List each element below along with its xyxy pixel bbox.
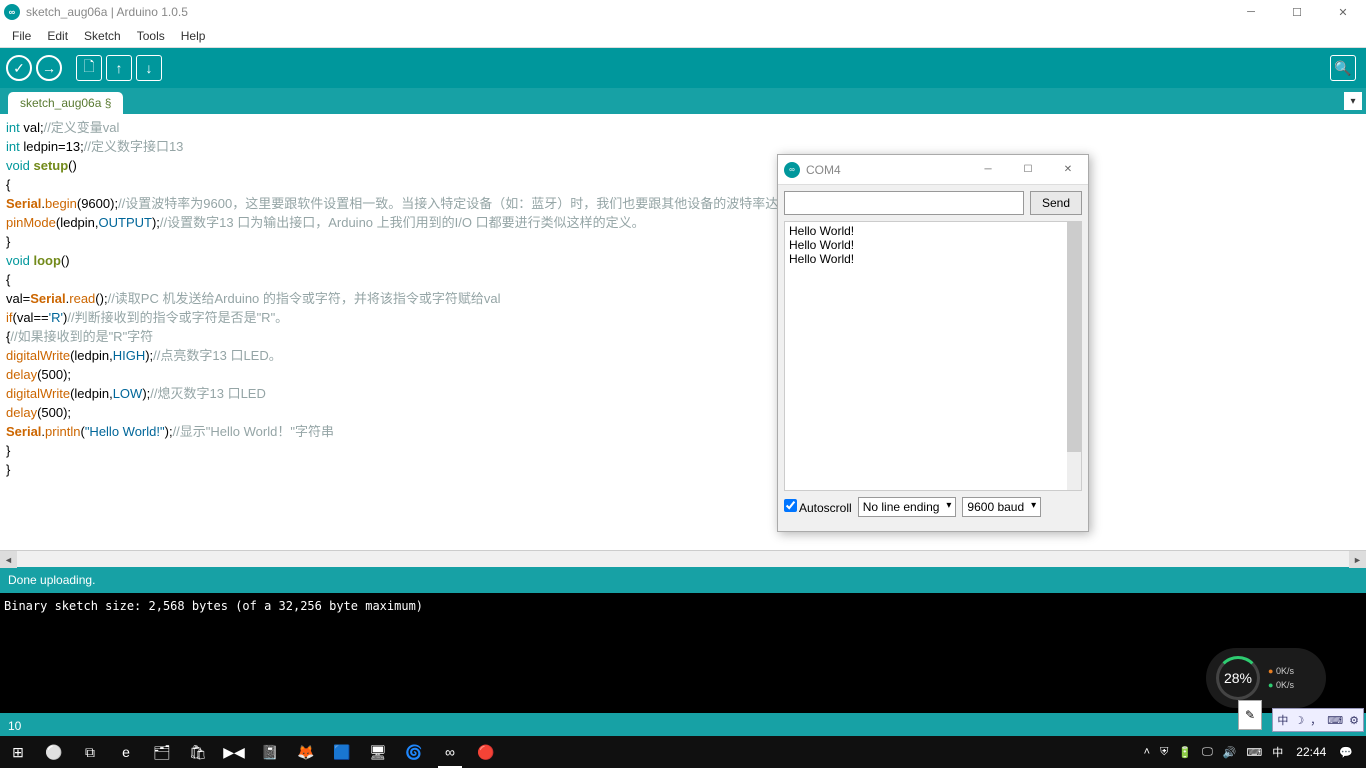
download-speed: 0K/s	[1268, 680, 1294, 690]
serial-monitor-window: ∞ COM4 ─ ☐ ✕ Send Hello World!Hello Worl…	[777, 154, 1089, 532]
tab-strip: sketch_aug06a § ▾	[0, 88, 1366, 114]
ime-moon-icon[interactable]: ☽	[1294, 714, 1304, 727]
search-button[interactable]: ⚪	[36, 736, 72, 768]
firefox-icon[interactable]: 🦊	[288, 736, 324, 768]
status-message: Done uploading.	[0, 567, 1366, 593]
arduino-logo-icon: ∞	[4, 4, 20, 20]
line-ending-select[interactable]: No line ending	[858, 497, 957, 517]
ime-handle[interactable]: ✎	[1238, 700, 1262, 730]
verify-button[interactable]: ✓	[6, 55, 32, 81]
notifications-icon[interactable]: 💬	[1334, 746, 1358, 759]
autoscroll-checkbox[interactable]: Autoscroll	[784, 499, 852, 515]
ime-toolbar[interactable]: 中 ☽ ， ⌨ ⚙	[1272, 708, 1364, 732]
upload-button[interactable]: →	[36, 55, 62, 81]
code-editor[interactable]: int val;//定义变量valint ledpin=13;//定义数字接口1…	[0, 114, 1366, 550]
menu-bar: File Edit Sketch Tools Help	[0, 24, 1366, 48]
tray-chevron-icon[interactable]: ˄	[1139, 746, 1155, 758]
line-number: 10	[8, 719, 21, 733]
tray-battery-icon[interactable]: 🔋	[1173, 746, 1197, 759]
serial-minimize-button[interactable]: ─	[968, 155, 1008, 185]
close-button[interactable]: ✕	[1320, 0, 1366, 24]
serial-window-title: COM4	[806, 163, 968, 177]
window-title: sketch_aug06a | Arduino 1.0.5	[26, 5, 1228, 19]
serial-output[interactable]: Hello World!Hello World!Hello World!	[784, 221, 1082, 491]
taskbar: ⊞ ⚪ ⧉ e 🗂 🛍 ▶◀ 📓 🦊 🟦 🖥 🌀 ∞ 🔴 ˄ ⛨ 🔋 🖵 🔊 ⌨…	[0, 736, 1366, 768]
sketch-tab[interactable]: sketch_aug06a §	[8, 92, 123, 114]
vs-icon[interactable]: ▶◀	[216, 736, 252, 768]
serial-input[interactable]	[784, 191, 1024, 215]
start-button[interactable]: ⊞	[0, 736, 36, 768]
task-view-button[interactable]: ⧉	[72, 736, 108, 768]
ime-punct[interactable]: ，	[1310, 712, 1321, 728]
tray-volume-icon[interactable]: 🔊	[1218, 746, 1242, 759]
serial-send-button[interactable]: Send	[1030, 191, 1082, 215]
serial-maximize-button[interactable]: ☐	[1008, 155, 1048, 185]
tab-menu-button[interactable]: ▾	[1344, 92, 1362, 110]
console-output: Binary sketch size: 2,568 bytes (of a 32…	[0, 593, 1366, 713]
app-icon-2[interactable]: 🟦	[324, 736, 360, 768]
open-button[interactable]: ↑	[106, 55, 132, 81]
ime-lang[interactable]: 中	[1277, 712, 1288, 728]
app-icon-5[interactable]: 🔴	[468, 736, 504, 768]
menu-help[interactable]: Help	[173, 29, 214, 43]
meter-percentage: 28%	[1216, 656, 1260, 700]
toolbar: ✓ → 🗋 ↑ ↓ 🔍	[0, 48, 1366, 88]
menu-file[interactable]: File	[4, 29, 39, 43]
menu-tools[interactable]: Tools	[129, 29, 173, 43]
arduino-taskbar-icon[interactable]: ∞	[432, 736, 468, 768]
app-icon-1[interactable]: 📓	[252, 736, 288, 768]
menu-edit[interactable]: Edit	[39, 29, 76, 43]
maximize-button[interactable]: ☐	[1274, 0, 1320, 24]
app-icon-3[interactable]: 🖥	[360, 736, 396, 768]
baud-rate-select[interactable]: 9600 baud	[962, 497, 1041, 517]
store-icon[interactable]: 🛍	[180, 736, 216, 768]
system-meter-widget: 28% 0K/s 0K/s	[1206, 648, 1326, 708]
scroll-right-icon[interactable]: ►	[1349, 551, 1366, 568]
explorer-icon[interactable]: 🗂	[144, 736, 180, 768]
ime-settings-icon[interactable]: ⚙	[1349, 714, 1359, 727]
app-icon-4[interactable]: 🌀	[396, 736, 432, 768]
serial-close-button[interactable]: ✕	[1048, 155, 1088, 185]
new-button[interactable]: 🗋	[76, 55, 102, 81]
ime-keyboard-icon[interactable]: ⌨	[1327, 714, 1343, 727]
scroll-left-icon[interactable]: ◄	[0, 551, 17, 568]
system-tray: ˄ ⛨ 🔋 🖵 🔊 ⌨ 中 22:44 💬	[1139, 744, 1366, 760]
tray-lang[interactable]: 中	[1267, 744, 1288, 760]
serial-monitor-button[interactable]: 🔍	[1330, 55, 1356, 81]
upload-speed: 0K/s	[1268, 666, 1294, 676]
menu-sketch[interactable]: Sketch	[76, 29, 129, 43]
save-button[interactable]: ↓	[136, 55, 162, 81]
tray-display-icon[interactable]: 🖵	[1197, 746, 1218, 759]
title-bar: ∞ sketch_aug06a | Arduino 1.0.5 ─ ☐ ✕	[0, 0, 1366, 24]
arduino-logo-icon: ∞	[784, 162, 800, 178]
minimize-button[interactable]: ─	[1228, 0, 1274, 24]
tray-keyboard-icon[interactable]: ⌨	[1241, 746, 1267, 759]
horizontal-scrollbar[interactable]: ◄ ►	[0, 550, 1366, 567]
serial-scrollbar[interactable]	[1067, 222, 1081, 490]
tray-shield-icon[interactable]: ⛨	[1155, 746, 1173, 759]
clock[interactable]: 22:44	[1288, 745, 1334, 759]
edge-icon[interactable]: e	[108, 736, 144, 768]
